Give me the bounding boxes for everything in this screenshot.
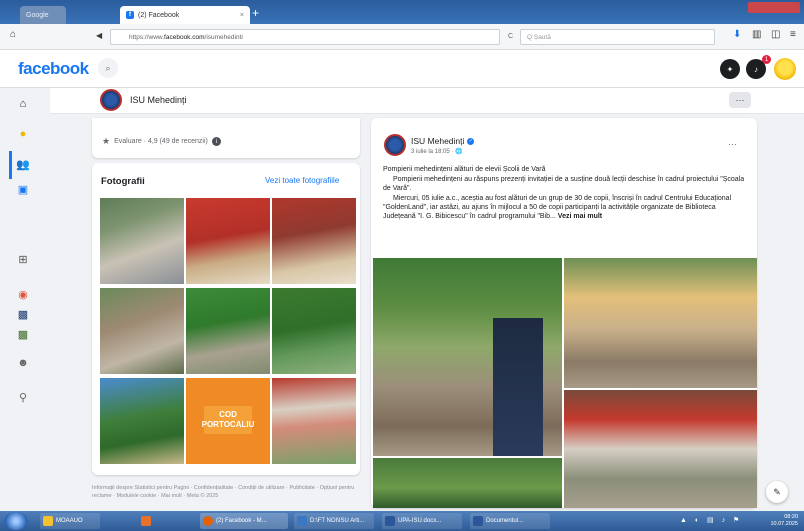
link-icon[interactable]: ⚲ — [14, 388, 32, 406]
post-more-button[interactable]: ··· — [728, 139, 737, 149]
see-more-link[interactable]: Vezi mai mult — [558, 213, 602, 220]
info-icon[interactable]: i — [211, 137, 221, 146]
tab-facebook[interactable]: f (2) Facebook × — [120, 6, 250, 24]
search-icon[interactable]: ⌕ — [98, 58, 118, 78]
back-icon[interactable]: ◀ — [96, 31, 102, 40]
system-tray-icons[interactable]: ▲ ◐ ▤ ♪ ⚑ — [680, 516, 742, 524]
taskbar-item[interactable]: D:\FT NOI\ISU Arti... — [294, 513, 374, 529]
photo-thumbnail[interactable] — [186, 198, 270, 284]
photo-thumbnail-cod-portocaliu[interactable]: COD PORTOCALIU — [186, 378, 270, 464]
notification-badge: 1 — [762, 55, 771, 64]
browser-nav-bar: ⌂ ◀ https://www. facebook.com/isumehedint… — [0, 24, 804, 50]
watch-icon[interactable]: ▣ — [14, 180, 32, 198]
photo-thumbnail[interactable] — [272, 378, 356, 464]
photo-thumbnail[interactable] — [272, 198, 356, 284]
taskbar-item[interactable]: Documentul... — [470, 513, 550, 529]
photos-title: Fotografii — [101, 176, 145, 187]
menu-icon[interactable]: ≡ — [790, 29, 796, 40]
facebook-logo[interactable]: facebook — [18, 59, 89, 79]
home-icon[interactable]: ⌂ — [10, 29, 16, 40]
apps-grid-icon[interactable]: ⊞ — [14, 250, 32, 268]
profile-avatar[interactable] — [774, 58, 796, 80]
shortcut-group-icon[interactable]: ◉ — [14, 285, 32, 303]
photo-thumbnail[interactable] — [100, 288, 184, 374]
post-author-name[interactable]: ISU Mehedinți — [411, 136, 464, 146]
rating-text[interactable]: Evaluare · 4,9 (49 de recenzii) — [114, 138, 208, 145]
post-author: ISU Mehedinți ✓ — [411, 136, 475, 146]
app-icon — [141, 516, 151, 526]
shortcut-page-icon[interactable]: ▩ — [14, 305, 32, 323]
post-image[interactable] — [373, 458, 562, 508]
tab-google[interactable]: Google — [20, 6, 66, 24]
post-author-avatar[interactable] — [384, 134, 406, 156]
post-body: Pompierii mehedințeni alături de elevii … — [383, 165, 745, 222]
photo-thumbnail[interactable] — [100, 378, 184, 464]
taskbar: MOAAUO (2) Facebook - M... D:\FT NOI\ISU… — [0, 511, 804, 531]
rating-line: ★ Evaluare · 4,9 (49 de recenzii) i — [102, 136, 221, 147]
see-all-photos-link[interactable]: Vezi toate fotografiile — [265, 176, 339, 185]
firefox-icon — [203, 516, 213, 526]
taskbar-item[interactable]: (2) Facebook - M... — [200, 513, 288, 529]
folder-icon — [43, 516, 53, 526]
facebook-header: facebook ⌕ ✦ ♪ 1 — [0, 50, 804, 88]
profile-shortcut-icon[interactable]: ● — [14, 125, 32, 143]
photo-thumbnail[interactable] — [100, 198, 184, 284]
photo-thumbnail[interactable] — [272, 288, 356, 374]
post-image[interactable] — [373, 258, 562, 456]
word-icon — [473, 516, 483, 526]
verified-badge-icon: ✓ — [467, 137, 475, 145]
folder-icon — [297, 516, 307, 526]
window-controls[interactable] — [748, 2, 800, 13]
download-icon[interactable]: ⬇ — [733, 29, 741, 40]
reload-icon[interactable]: C — [508, 33, 513, 40]
word-icon — [385, 516, 395, 526]
new-tab-button[interactable]: + — [252, 6, 259, 20]
clock[interactable]: 08:20 10.07.2025 — [770, 514, 798, 528]
edit-icon[interactable]: ✎ — [766, 481, 788, 503]
post-date[interactable]: 3 iulie la 18:05 · 🌐 — [411, 148, 463, 155]
cod-portocaliu-text: COD PORTOCALIU — [201, 410, 255, 429]
page-more-button[interactable]: ··· — [729, 92, 751, 108]
start-button[interactable] — [4, 512, 28, 530]
home-icon[interactable]: ⌂ — [14, 95, 32, 113]
library-icon[interactable]: ▥ — [752, 29, 761, 40]
page-title[interactable]: ISU Mehedinți — [130, 95, 187, 105]
friends-icon[interactable]: 👥 — [14, 155, 32, 173]
taskbar-item[interactable] — [138, 513, 158, 529]
messenger-icon[interactable]: ✦ — [720, 59, 740, 79]
tab-label: (2) Facebook — [138, 11, 180, 19]
star-icon: ★ — [102, 136, 111, 146]
close-tab-icon[interactable]: × — [240, 12, 244, 19]
taskbar-item[interactable]: MOAAUO — [40, 513, 100, 529]
address-bar[interactable]: https://www. facebook.com/isumehedinti — [110, 29, 500, 45]
tab-label: Google — [26, 11, 49, 19]
groups-icon[interactable]: ☻ — [14, 354, 32, 372]
browser-search-input[interactable]: Q Șaută — [520, 29, 715, 45]
post-image[interactable] — [564, 390, 757, 508]
page-avatar[interactable] — [100, 89, 122, 111]
firefighter-figure — [493, 318, 543, 456]
post-paragraph: Miercuri, 05 iulie a.c., aceștia au fost… — [383, 195, 732, 220]
footer-links[interactable]: Informații despre Statistici pentru Pagi… — [92, 484, 360, 500]
browser-tab-bar: Google f (2) Facebook × + — [0, 0, 804, 24]
post-image[interactable] — [564, 258, 757, 388]
shortcut-group-icon[interactable]: ▩ — [14, 325, 32, 343]
photo-thumbnail[interactable] — [186, 288, 270, 374]
active-indicator — [9, 151, 12, 179]
post-line: Pompierii mehedințeni alături de elevii … — [383, 166, 546, 173]
taskbar-item[interactable]: UPA-ISU.docx... — [382, 513, 462, 529]
facebook-favicon-icon: f — [126, 11, 134, 19]
sidebar-icon[interactable]: ◫ — [771, 29, 780, 40]
post-paragraph: Pompierii mehedințeni au răspuns prezenț… — [383, 176, 745, 192]
